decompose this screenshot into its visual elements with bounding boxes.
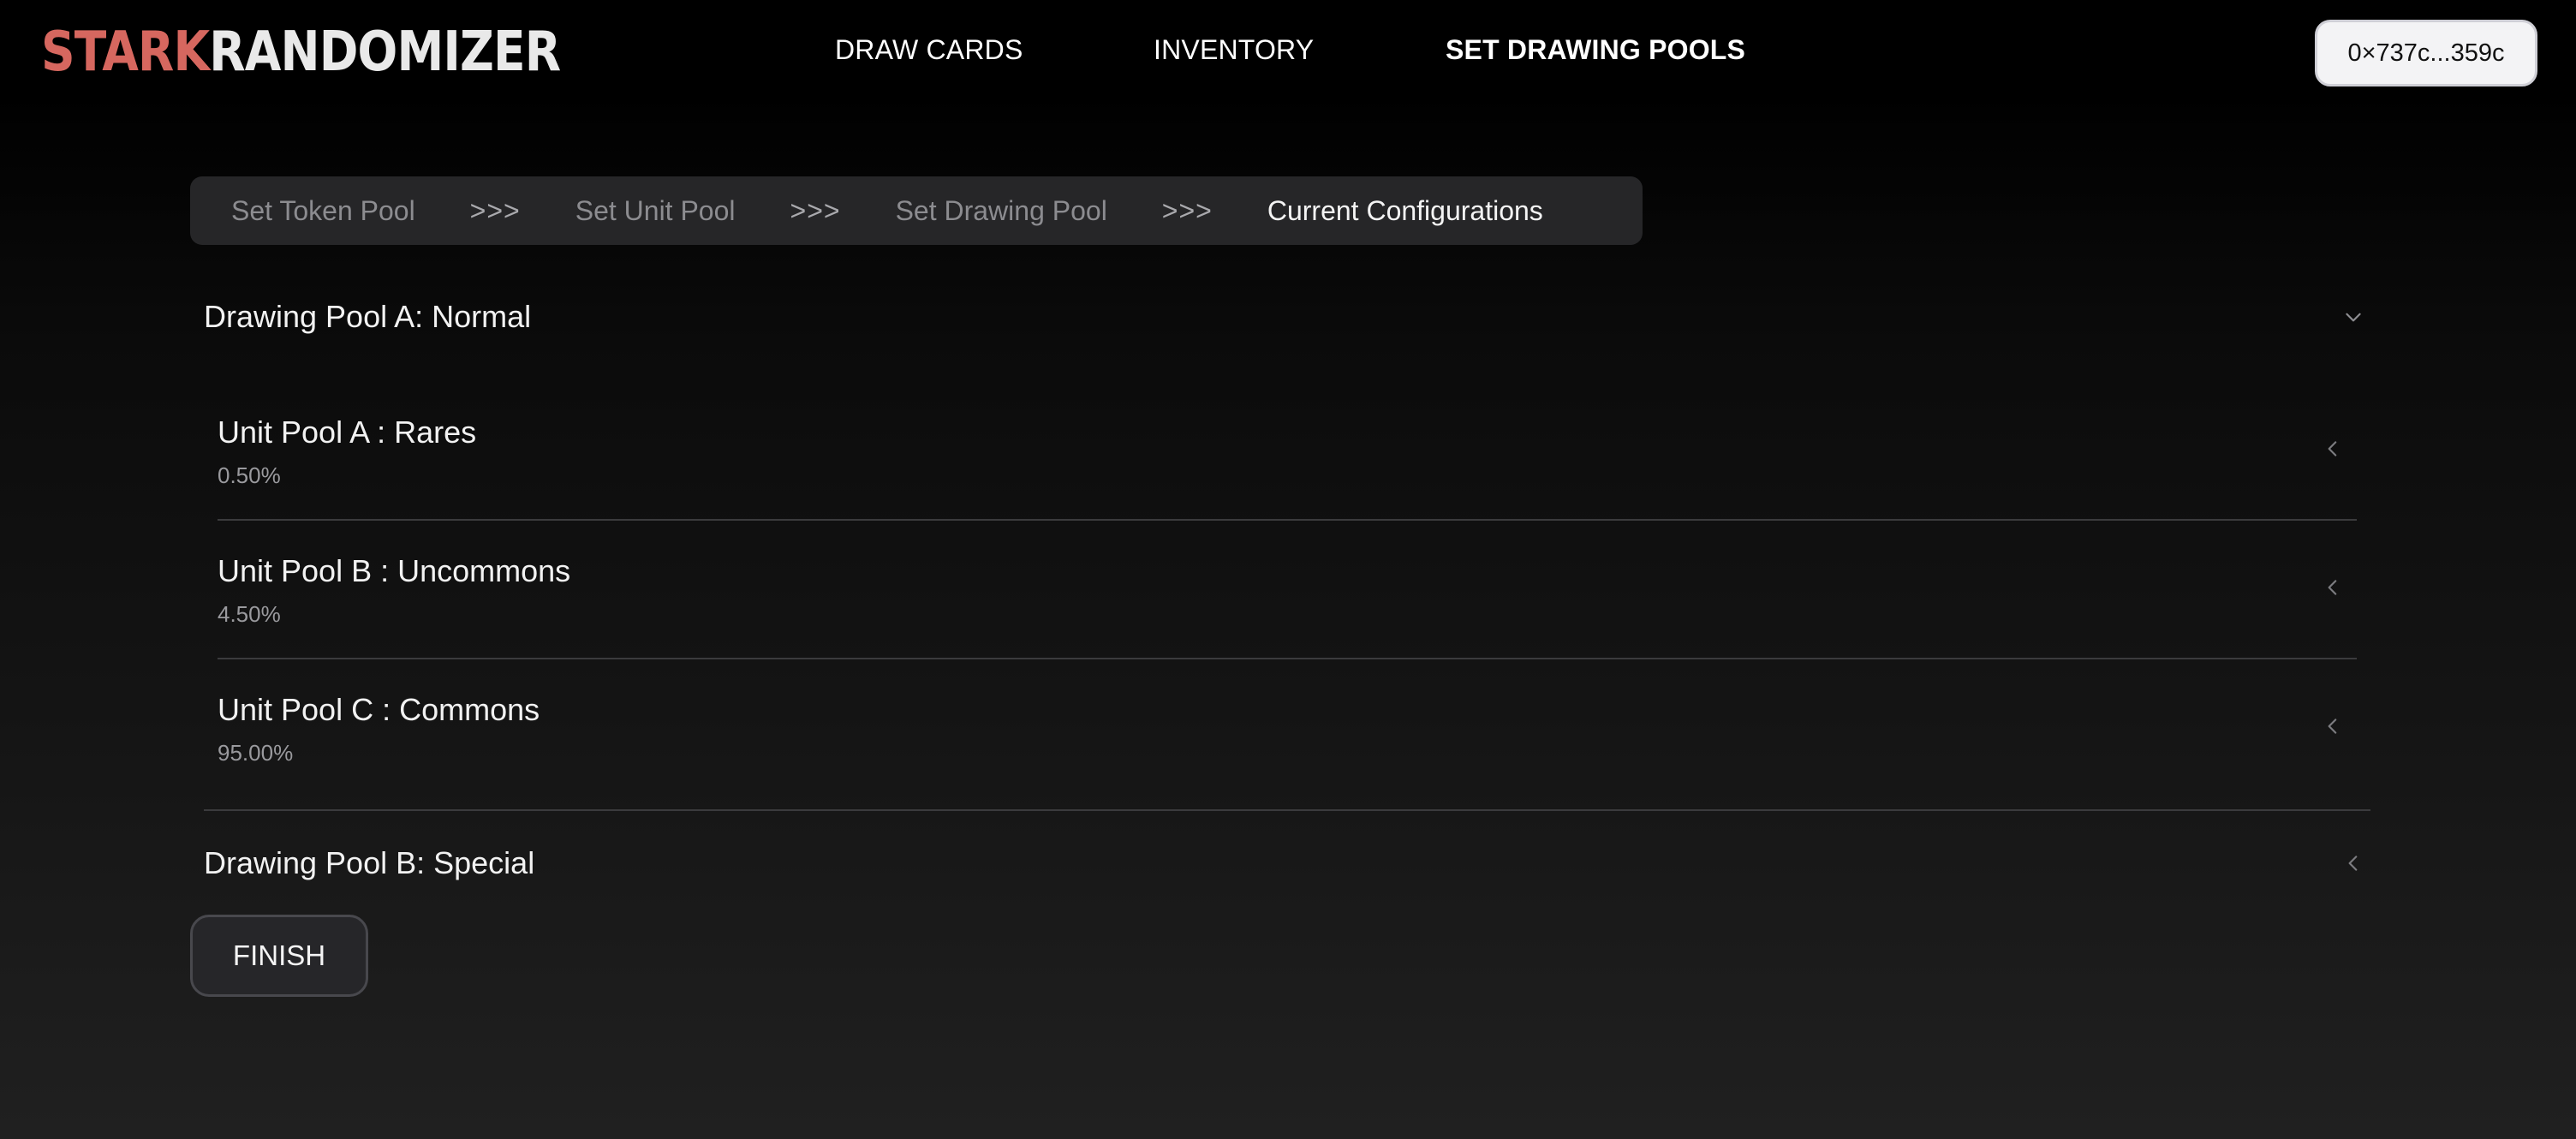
step-current-configurations[interactable]: Current Configurations: [1267, 195, 1543, 227]
chevron-down-icon[interactable]: [2336, 300, 2370, 334]
unit-pool-item[interactable]: Unit Pool B : Uncommons 4.50%: [218, 533, 2357, 671]
divider: [218, 658, 2357, 659]
step-set-token-pool[interactable]: Set Token Pool: [231, 195, 415, 227]
unit-pool-name: Unit Pool B : Uncommons: [218, 553, 571, 588]
finish-button[interactable]: FINISH: [190, 915, 368, 997]
unit-pool-item[interactable]: Unit Pool A : Rares 0.50%: [218, 394, 2357, 533]
drawing-pool-title: Drawing Pool A: Normal: [204, 299, 532, 334]
unit-pool-name: Unit Pool C : Commons: [218, 692, 540, 727]
step-separator: >>>: [790, 194, 841, 226]
main-nav: DRAW CARDS INVENTORY SET DRAWING POOLS: [0, 0, 2576, 104]
unit-pool-probability: 4.50%: [218, 601, 281, 627]
nav-link-draw-cards[interactable]: DRAW CARDS: [835, 34, 1023, 66]
unit-pool-item[interactable]: Unit Pool C : Commons 95.00%: [218, 671, 2357, 810]
unit-pool-probability: 0.50%: [218, 462, 281, 488]
step-set-drawing-pool[interactable]: Set Drawing Pool: [896, 195, 1107, 227]
divider: [204, 809, 2370, 811]
drawing-pool-title: Drawing Pool B: Special: [204, 845, 535, 880]
step-set-unit-pool[interactable]: Set Unit Pool: [575, 195, 736, 227]
chevron-left-icon[interactable]: [2316, 709, 2350, 743]
drawing-pool-a-header[interactable]: Drawing Pool A: Normal: [204, 287, 2370, 347]
chevron-left-icon[interactable]: [2316, 570, 2350, 605]
chevron-left-icon[interactable]: [2336, 846, 2370, 880]
unit-pool-name: Unit Pool A : Rares: [218, 414, 477, 450]
divider: [218, 519, 2357, 521]
step-separator: >>>: [469, 194, 521, 226]
wallet-address-button[interactable]: 0×737c...359c: [2315, 20, 2537, 86]
drawing-pool-b-header[interactable]: Drawing Pool B: Special: [204, 833, 2370, 893]
top-navbar: STARK RANDOMIZER DRAW CARDS INVENTORY SET…: [0, 0, 2576, 104]
nav-link-set-drawing-pools[interactable]: SET DRAWING POOLS: [1446, 34, 1745, 66]
chevron-left-icon[interactable]: [2316, 432, 2350, 466]
configuration-stepper: Set Token Pool >>> Set Unit Pool >>> Set…: [190, 176, 1643, 245]
nav-link-inventory[interactable]: INVENTORY: [1154, 34, 1314, 66]
step-separator: >>>: [1161, 194, 1213, 226]
unit-pool-probability: 95.00%: [218, 740, 294, 766]
